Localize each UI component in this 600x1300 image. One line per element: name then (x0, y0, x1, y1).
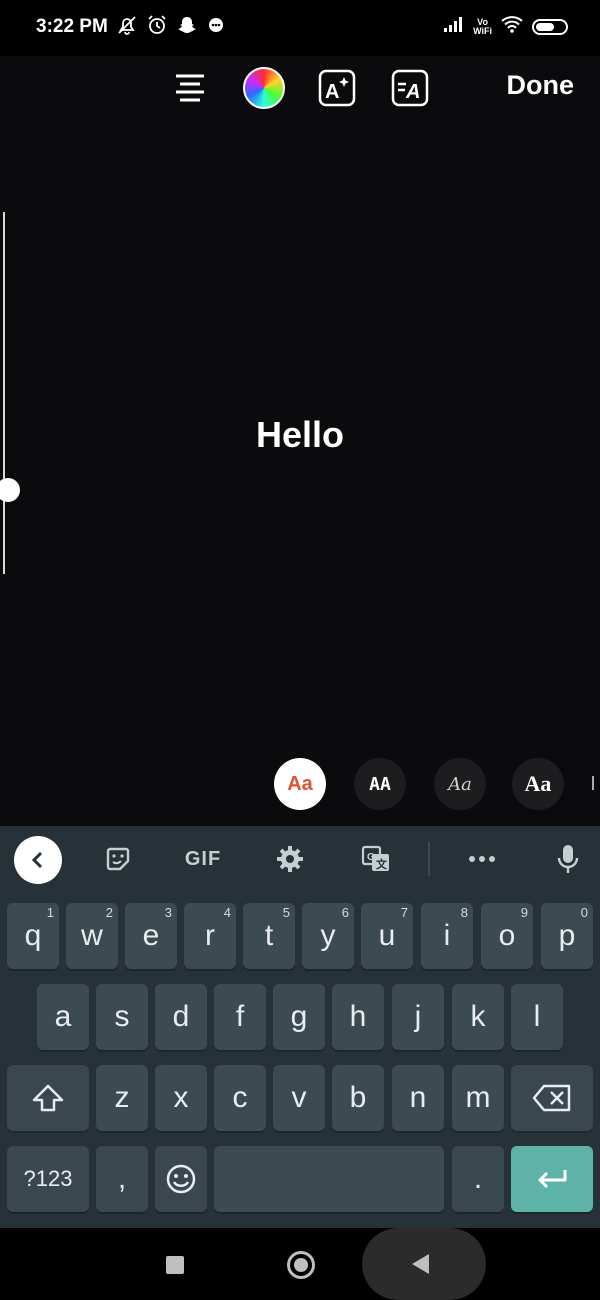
status-time: 3:22 PM (36, 16, 108, 37)
key-z[interactable]: z (96, 1065, 148, 1131)
voice-input-button[interactable] (548, 838, 588, 880)
story-text[interactable]: Hello (0, 414, 600, 456)
key-a[interactable]: a (37, 984, 89, 1050)
wifi-icon (500, 14, 524, 39)
emoji-icon (166, 1164, 196, 1194)
sparkle-text-icon: A (318, 69, 356, 107)
key-m[interactable]: m (452, 1065, 504, 1131)
sticker-icon (106, 847, 130, 871)
sticker-button[interactable] (98, 838, 138, 880)
keyboard-back-button[interactable] (14, 836, 62, 884)
text-animation-button[interactable]: A (388, 66, 432, 110)
silent-bell-icon (116, 14, 138, 36)
key-e[interactable]: e3 (125, 903, 177, 969)
font-modern-button[interactable]: AA (354, 758, 406, 810)
key-f[interactable]: f (214, 984, 266, 1050)
key-y[interactable]: y6 (302, 903, 354, 969)
recents-button[interactable] (166, 1256, 184, 1274)
space-key[interactable] (214, 1146, 444, 1212)
svg-text:G: G (367, 852, 375, 863)
enter-key[interactable] (511, 1146, 593, 1212)
key-o[interactable]: o9 (481, 903, 533, 969)
svg-text:A: A (405, 81, 420, 103)
key-t[interactable]: t5 (243, 903, 295, 969)
key-w[interactable]: w2 (66, 903, 118, 969)
key-r[interactable]: r4 (184, 903, 236, 969)
emoji-key[interactable] (155, 1146, 207, 1212)
keyboard-settings-button[interactable] (270, 838, 310, 880)
keyboard: GIF G文 q1 w2 e3 r4 t5 y6 u7 i8 o9 p0 a s… (0, 826, 600, 1228)
font-style-picker: Aa AA Aa Aa (0, 758, 600, 812)
more-options-button[interactable] (462, 838, 502, 880)
color-picker-button[interactable] (242, 66, 286, 110)
font-script-button[interactable]: Aa (434, 758, 486, 810)
key-j[interactable]: j (392, 984, 444, 1050)
key-n[interactable]: n (392, 1065, 444, 1131)
key-i[interactable]: i8 (421, 903, 473, 969)
signal-icon (443, 15, 465, 38)
key-v[interactable]: v (273, 1065, 325, 1131)
key-k[interactable]: k (452, 984, 504, 1050)
alarm-icon (146, 14, 168, 36)
symbols-key[interactable]: ?123 (7, 1146, 89, 1212)
key-d[interactable]: d (155, 984, 207, 1050)
mic-icon (557, 845, 579, 873)
backspace-icon (532, 1084, 571, 1112)
back-button[interactable] (412, 1254, 429, 1274)
key-h[interactable]: h (332, 984, 384, 1050)
battery-icon: 55 (532, 18, 568, 35)
gear-icon (277, 846, 303, 872)
key-q[interactable]: q1 (7, 903, 59, 969)
snapchat-icon (176, 14, 198, 36)
shift-key[interactable] (7, 1065, 89, 1131)
vowifi-label: Vo WiFi (473, 16, 492, 36)
text-size-slider-handle[interactable] (0, 478, 20, 502)
more-horizontal-icon (469, 856, 495, 862)
system-nav-bar (0, 1228, 600, 1300)
keyboard-toolbar: GIF G文 (0, 826, 600, 892)
backspace-key[interactable] (511, 1065, 593, 1131)
shift-icon (32, 1084, 64, 1112)
svg-text:A: A (325, 81, 339, 103)
toolbar-divider (428, 842, 430, 876)
key-s[interactable]: s (96, 984, 148, 1050)
key-x[interactable]: x (155, 1065, 207, 1131)
font-typewriter-button[interactable]: Aa (512, 758, 564, 810)
align-center-icon (176, 74, 204, 102)
home-button[interactable] (287, 1251, 315, 1279)
key-l[interactable]: l (511, 984, 563, 1050)
key-g[interactable]: g (273, 984, 325, 1050)
text-align-button[interactable] (168, 66, 212, 110)
translate-button[interactable]: G文 (356, 838, 396, 880)
enter-icon (538, 1170, 567, 1189)
translate-icon: G文 (361, 845, 389, 871)
chevron-left-icon (31, 851, 43, 869)
key-b[interactable]: b (332, 1065, 384, 1131)
font-classic-button[interactable]: Aa (274, 758, 326, 810)
animate-text-icon: A (391, 69, 429, 107)
period-key[interactable]: . (452, 1146, 504, 1212)
key-p[interactable]: p0 (541, 903, 593, 969)
comma-key[interactable]: , (96, 1146, 148, 1212)
home-icon (294, 1258, 308, 1272)
status-bar: 3:22 PM Vo WiFi 55 (0, 0, 600, 56)
color-wheel-icon (243, 67, 285, 109)
gif-button[interactable]: GIF (176, 838, 230, 880)
more-fonts-indicator (592, 776, 600, 790)
chat-bubble-icon (206, 14, 228, 36)
svg-text:文: 文 (376, 857, 388, 871)
key-u[interactable]: u7 (361, 903, 413, 969)
text-size-slider[interactable] (3, 212, 5, 574)
key-c[interactable]: c (214, 1065, 266, 1131)
done-button[interactable]: Done (507, 70, 575, 101)
text-effects-button[interactable]: A (315, 66, 359, 110)
